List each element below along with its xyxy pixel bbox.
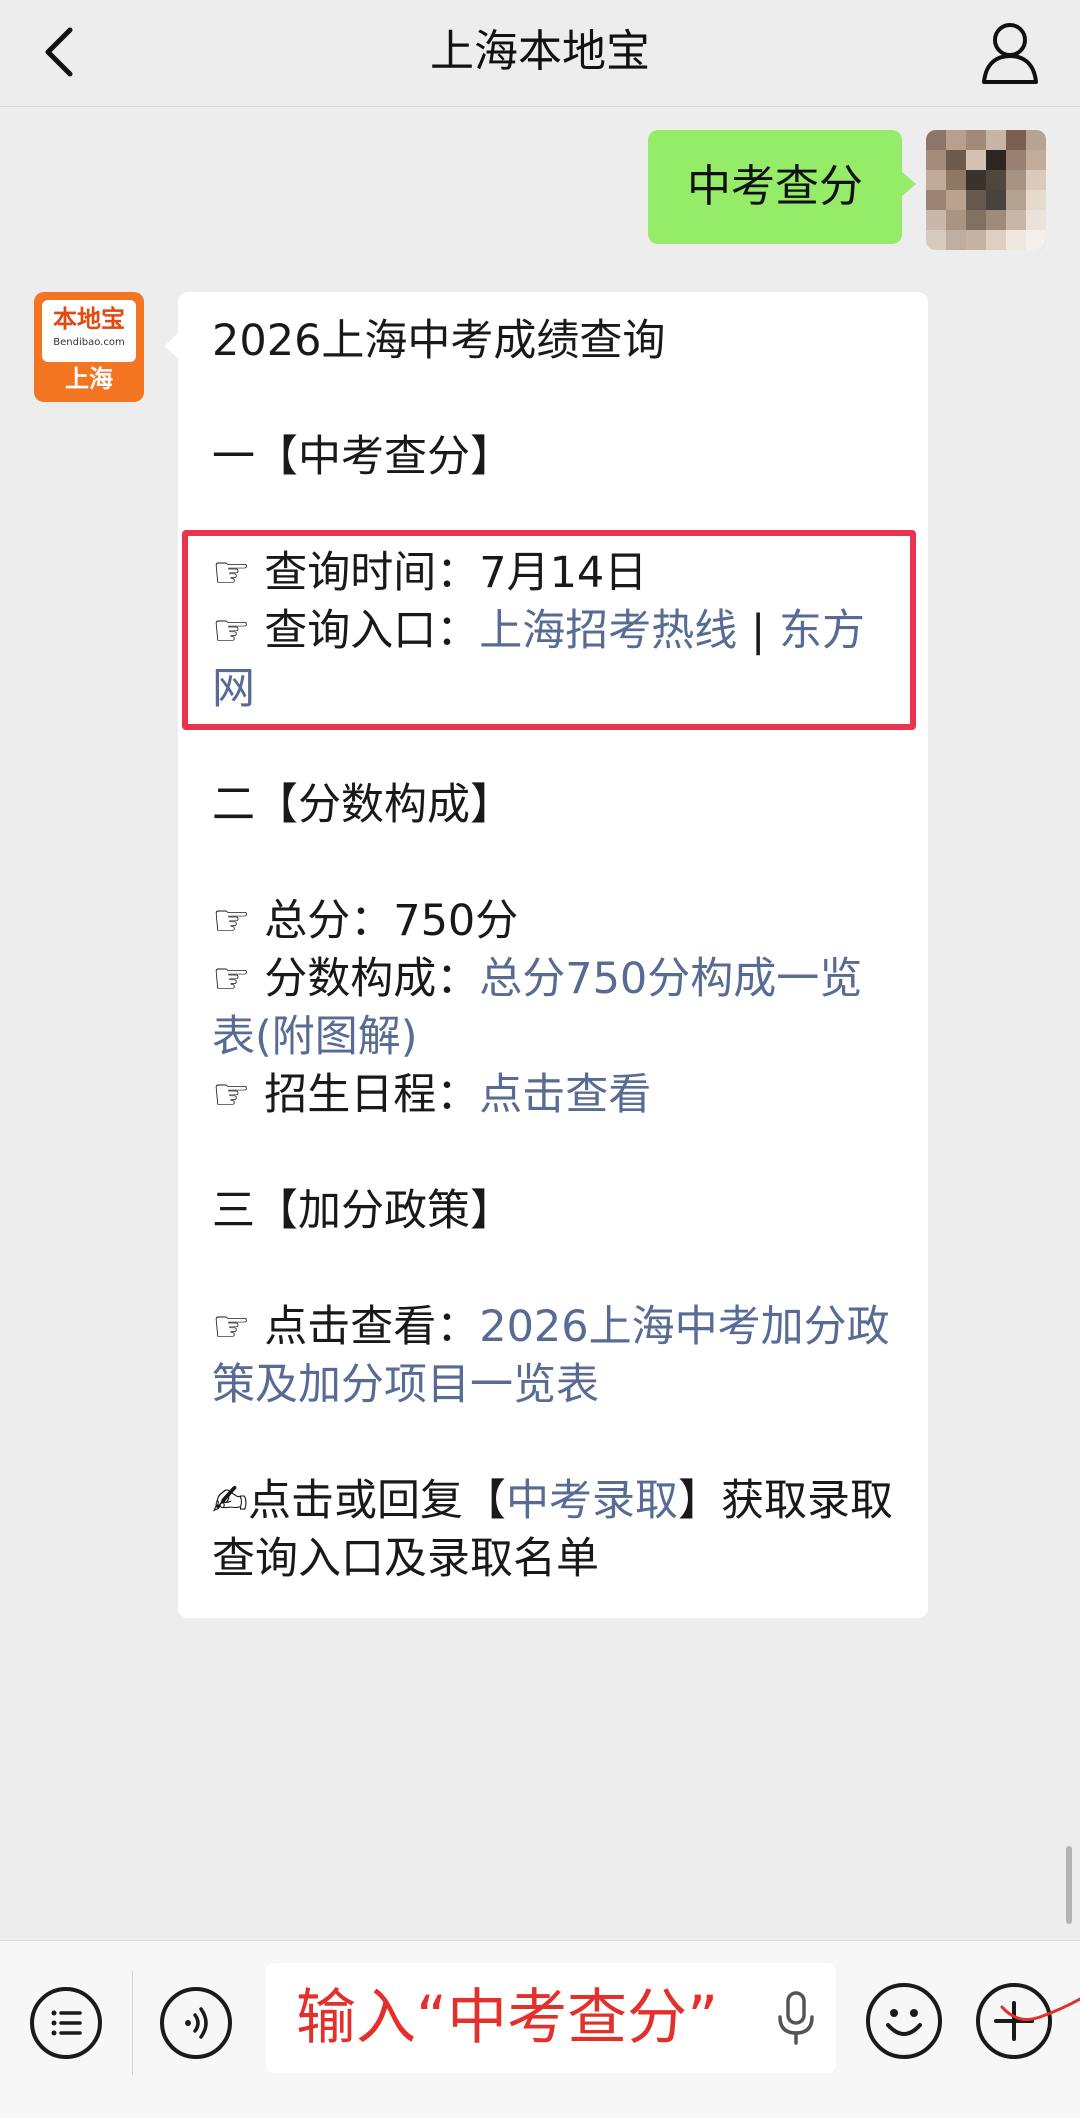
message-title: 2026上海中考成绩查询 [212,316,666,366]
message-body: 2026上海中考成绩查询 一【中考查分】 ☞ 查询时间：7月14日 ☞ 查询入口… [212,312,902,1588]
score-composition-row: ☞ 分数构成：总分750分构成一览表(附图解) [212,950,902,1066]
total-score-row: ☞ 总分：750分 [212,892,902,950]
total-score-value: 750分 [393,896,519,946]
section2-heading: 二【分数构成】 [212,780,513,830]
schedule-label: ☞ 招生日程： [212,1070,480,1120]
top-nav-bar: 上海本地宝 [0,0,1080,107]
microphone-icon[interactable] [776,1991,816,2047]
footer-row: ✍点击或回复【中考录取】获取录取查询入口及录取名单 [212,1472,902,1588]
section3-heading: 三【加分政策】 [212,1186,513,1236]
entry-separator: | [737,606,780,656]
input-bar: 输入“中考查分” [0,1940,1080,2118]
logo-city: 上海 [65,365,113,393]
query-time-row: ☞ 查询时间：7月14日 [212,544,902,602]
query-time-value: 7月14日 [479,548,648,598]
logo-url: Bendibao.com [53,337,125,348]
bendibao-logo-avatar[interactable]: 本地宝 Bendibao.com 上海 [34,292,144,402]
menu-list-icon [51,2010,82,2036]
scrollbar[interactable] [1066,1846,1072,1924]
bar-divider [132,1971,133,2075]
schedule-row: ☞ 招生日程：点击查看 [212,1066,902,1124]
user-avatar[interactable] [926,130,1046,250]
query-entry-row: ☞ 查询入口：上海招考热线 | 东方网 [212,602,902,718]
message-input[interactable]: 输入“中考查分” [266,1963,836,2073]
smiley-icon [886,2009,922,2036]
section1-heading: 一【中考查分】 [212,432,513,482]
logo-top: 本地宝 Bendibao.com [42,300,136,362]
bonus-row: ☞ 点击查看：2026上海中考加分政策及加分项目一览表 [212,1298,902,1414]
query-entry-label: ☞ 查询入口： [212,606,480,656]
voice-wave-icon [185,2007,208,2039]
chat-title: 上海本地宝 [430,26,650,77]
emoji-button[interactable] [866,1983,942,2059]
voice-button[interactable] [160,1987,232,2059]
outgoing-message-bubble[interactable]: 中考查分 [648,130,916,244]
footer-prefix: ✍点击或回复【 [212,1476,507,1526]
logo-brand: 本地宝 [53,305,125,333]
score-composition-label: ☞ 分数构成： [212,954,480,1004]
total-score-label: ☞ 总分： [212,896,394,946]
shanghai-exam-hotline-link[interactable]: 上海招考热线 [479,606,737,656]
profile-icon[interactable] [980,18,1040,88]
red-annotation-stroke [1000,1997,1080,2021]
incoming-message-bubble: 2026上海中考成绩查询 一【中考查分】 ☞ 查询时间：7月14日 ☞ 查询入口… [164,292,928,1618]
menu-button[interactable] [30,1987,102,2059]
query-time-label: ☞ 查询时间： [212,548,480,598]
bonus-label: ☞ 点击查看： [212,1302,480,1352]
schedule-link[interactable]: 点击查看 [479,1070,651,1120]
admission-keyword-link[interactable]: 中考录取 [506,1476,678,1526]
input-hint-text: 输入“中考查分” [296,1983,719,2053]
